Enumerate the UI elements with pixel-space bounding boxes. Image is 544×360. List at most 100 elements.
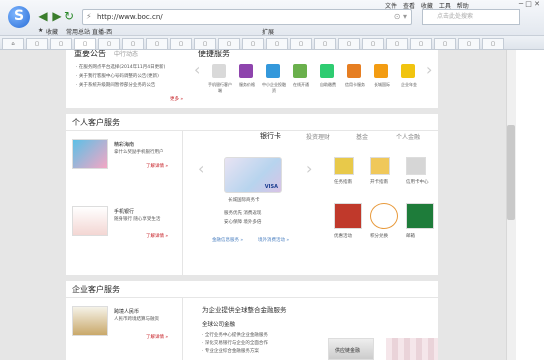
service-label[interactable]: 信用卡服务	[343, 82, 367, 88]
promo-detail-link[interactable]: 了解详情 »	[146, 233, 168, 239]
service-label[interactable]: 中小企业投融资	[262, 82, 286, 94]
tab-fund[interactable]: 基金	[356, 132, 368, 141]
quick-icon[interactable]	[406, 203, 434, 229]
service-icon[interactable]	[374, 64, 388, 78]
corporate-item[interactable]: · 全行业务中心提供企业金融服务	[202, 332, 268, 338]
service-icon[interactable]	[347, 64, 361, 78]
menu-file[interactable]: 文件	[385, 3, 397, 10]
quick-icon[interactable]	[370, 157, 390, 175]
tab-12[interactable]: ▢	[290, 38, 312, 49]
extension-button[interactable]: 扩展	[262, 27, 274, 36]
promo-title: 手机银行	[114, 209, 135, 215]
menu-tools[interactable]: 工具	[439, 3, 451, 10]
tab-1[interactable]: ▢	[26, 38, 48, 49]
quick-icon-label[interactable]: 信用卡中心	[406, 179, 429, 185]
tab-active[interactable]: ▢	[74, 38, 96, 49]
tab-14[interactable]: ▢	[338, 38, 360, 49]
card-prev-icon[interactable]: ‹	[198, 159, 204, 178]
tab-2[interactable]: ▢	[50, 38, 72, 49]
quick-icon-label[interactable]: 任务指南	[334, 179, 352, 185]
more-link[interactable]: 更多 »	[170, 96, 183, 102]
card-name[interactable]: 长城国际商务卡	[228, 197, 260, 203]
service-icon[interactable]	[212, 64, 226, 78]
web-page: 重要公告 中行动态 · 在服务网点平台选择(2014年11月4日更新) · 关于…	[0, 50, 506, 360]
supply-chain-image[interactable]: 供应链金融	[328, 338, 374, 360]
service-icon[interactable]	[320, 64, 334, 78]
mobile-bank-promo-image[interactable]	[72, 206, 108, 236]
cross-border-promo-image[interactable]	[72, 306, 108, 336]
tab-19[interactable]: ▢	[458, 38, 480, 49]
quick-icon[interactable]	[370, 203, 398, 229]
service-label[interactable]: 手机银行客户端	[208, 82, 232, 94]
promo-detail-link[interactable]: 了解详情 »	[146, 163, 168, 169]
divider	[182, 298, 183, 360]
corporate-item[interactable]: · 专业企业综合金融服务方案	[202, 348, 259, 354]
tab-10[interactable]: ▢	[242, 38, 264, 49]
quick-icon[interactable]	[334, 203, 362, 229]
tab-18[interactable]: ▢	[434, 38, 456, 49]
card-desc: 服务优先 消费返现	[224, 211, 262, 216]
service-label[interactable]: 长城国际	[370, 82, 394, 88]
service-icon[interactable]	[401, 64, 415, 78]
card-link[interactable]: 境外消费活动 »	[258, 237, 289, 243]
tab-16[interactable]: ▢	[386, 38, 408, 49]
supply-chain-label: 供应链金融	[335, 348, 361, 354]
credit-card-image[interactable]: VISA	[224, 157, 282, 193]
fav-item-collect[interactable]: 收藏	[46, 27, 58, 36]
menu-view[interactable]: 查看	[403, 3, 415, 10]
tab-6[interactable]: ▢	[146, 38, 168, 49]
quick-icon-label[interactable]: 开卡指南	[370, 179, 388, 185]
tab-5[interactable]: ▢	[122, 38, 144, 49]
quick-icon-label[interactable]: 优惠活动	[334, 233, 352, 239]
notice-item[interactable]: · 关于系统升级期间暂停部分业务的公告	[76, 82, 155, 88]
scrollbar-thumb[interactable]	[507, 125, 515, 220]
tab-13[interactable]: ▢	[314, 38, 336, 49]
tab-4[interactable]: ▢	[98, 38, 120, 49]
menu-fav[interactable]: 收藏	[421, 3, 433, 10]
notice-tab-news[interactable]: 中行动态	[114, 50, 138, 58]
tab-15[interactable]: ▢	[362, 38, 384, 49]
home-tab[interactable]: ⌂	[2, 38, 24, 49]
quick-icon-label[interactable]: 邮箱	[406, 233, 415, 239]
notice-item[interactable]: · 在服务网点平台选择(2014年11月4日更新)	[76, 64, 165, 70]
service-label[interactable]: 在线开通	[289, 82, 313, 88]
tab-9[interactable]: ▢	[218, 38, 240, 49]
tab-17[interactable]: ▢	[410, 38, 432, 49]
services-prev-icon[interactable]: ‹	[194, 60, 200, 79]
window-controls[interactable]: ─ □ ✕	[519, 0, 540, 8]
tab-investment[interactable]: 投资理财	[306, 132, 330, 141]
tab-11[interactable]: ▢	[266, 38, 288, 49]
refresh-icon[interactable]: ↻	[62, 9, 76, 23]
search-input[interactable]: 点击此处搜索	[422, 9, 520, 25]
tab-20[interactable]: ▢	[482, 38, 504, 49]
back-icon[interactable]: ◀	[36, 9, 50, 23]
service-label[interactable]: 服务价格	[235, 82, 259, 88]
tab-7[interactable]: ▢	[170, 38, 192, 49]
divider	[182, 131, 183, 275]
card-next-icon[interactable]: ›	[306, 159, 312, 178]
card-link[interactable]: 金融信息服务 »	[212, 237, 243, 243]
service-label[interactable]: 企业年金	[397, 82, 421, 88]
quick-icon-label[interactable]: 积分兑换	[370, 233, 388, 239]
service-icon[interactable]	[239, 64, 253, 78]
menu-help[interactable]: 帮助	[457, 3, 469, 10]
tab-personal-finance[interactable]: 个人金融	[396, 132, 420, 141]
quick-icon[interactable]	[334, 157, 354, 175]
address-bar[interactable]: ⚡ http://www.boc.cn/ ⊙ ▾	[82, 9, 412, 25]
fav-item-sites[interactable]: 常用总站	[66, 27, 90, 36]
service-icon[interactable]	[266, 64, 280, 78]
service-icon[interactable]	[293, 64, 307, 78]
tab-8[interactable]: ▢	[194, 38, 216, 49]
services-next-icon[interactable]: ›	[426, 60, 432, 79]
notice-item[interactable]: · 关于我行客服中心号码调整的公告(更新)	[76, 73, 159, 79]
tab-bank-card[interactable]: 银行卡	[260, 131, 281, 141]
corporate-item[interactable]: · 深化交易银行与企业的全面合作	[202, 340, 268, 346]
promo-detail-link[interactable]: 了解详情 »	[146, 334, 168, 340]
quick-icon[interactable]	[406, 157, 426, 175]
services-title: 便捷服务	[198, 50, 230, 58]
dropdown-icon[interactable]: ⊙ ▾	[394, 10, 407, 24]
hainan-promo-image[interactable]	[72, 139, 108, 169]
mosaic-image	[386, 338, 438, 360]
fav-item-live[interactable]: 直播-西	[92, 27, 112, 36]
service-label[interactable]: 自助缴费	[316, 82, 340, 88]
